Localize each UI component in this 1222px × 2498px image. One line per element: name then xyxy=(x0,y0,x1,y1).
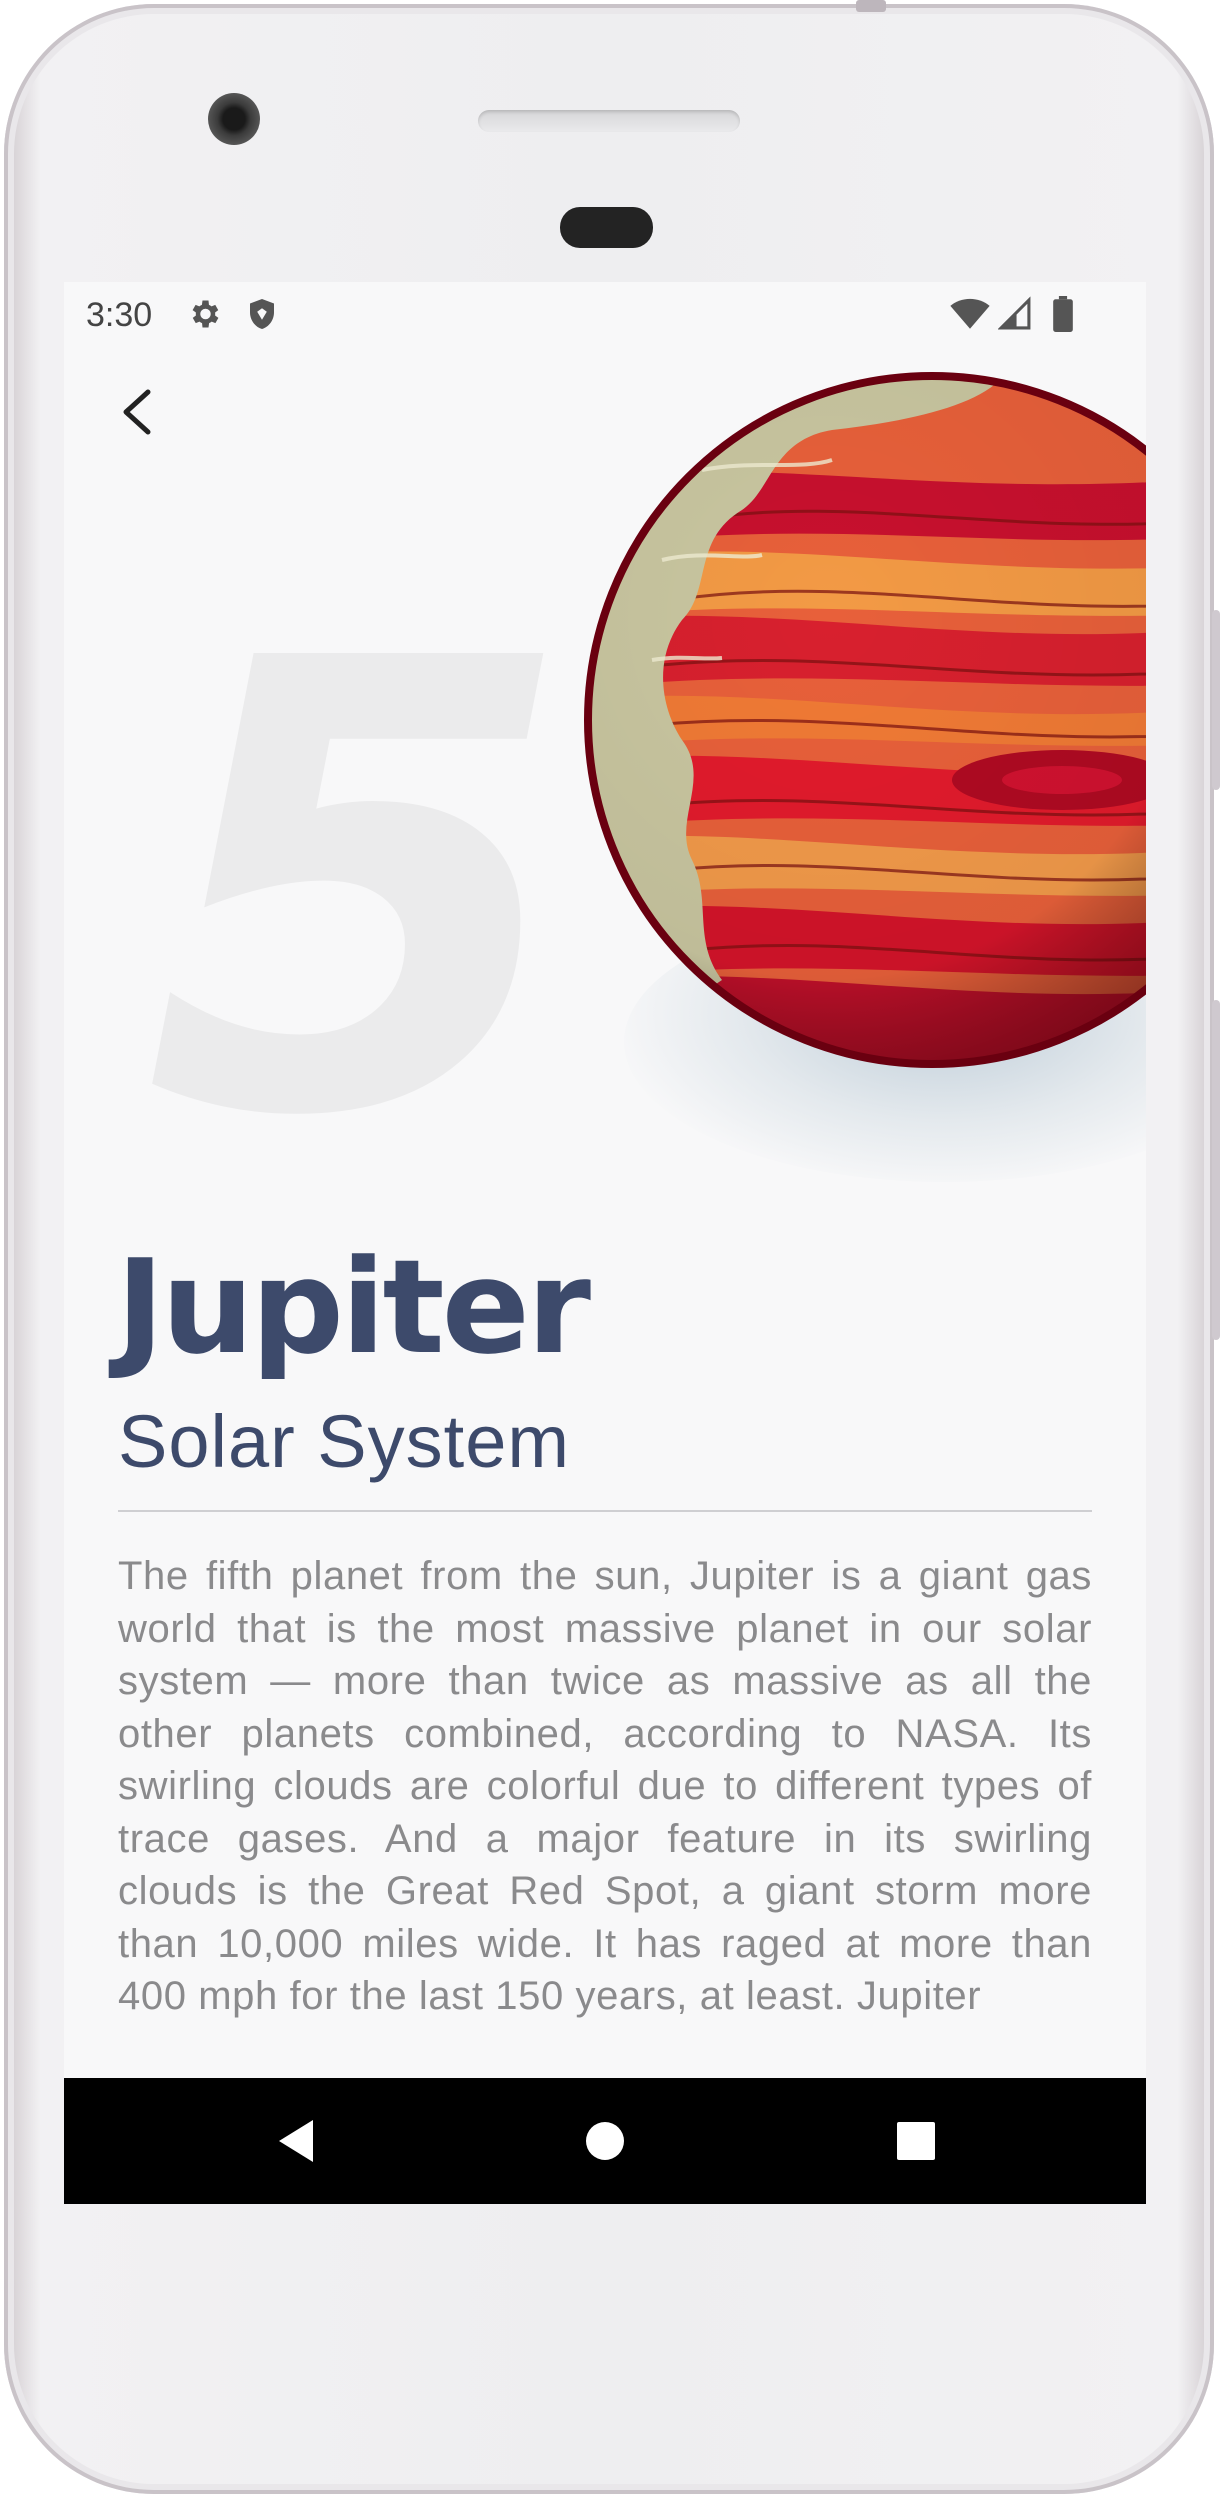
signal-icon xyxy=(997,296,1032,337)
nav-home-button[interactable] xyxy=(572,2108,638,2174)
volume-button xyxy=(1212,1000,1220,1340)
screen: 3:30 5 Jupiter Solar System The fifth pl… xyxy=(64,282,1146,2204)
status-time: 3:30 xyxy=(86,296,153,334)
nav-back-button[interactable] xyxy=(267,2108,333,2174)
proximity-sensor xyxy=(560,207,653,248)
planet-name: Jupiter xyxy=(116,1231,591,1383)
square-recents-icon xyxy=(897,2122,935,2160)
jupiter-illustration xyxy=(584,372,1146,1068)
earpiece-speaker xyxy=(478,110,740,132)
phone-top-button xyxy=(856,0,886,12)
planet-subtitle: Solar System xyxy=(118,1400,571,1483)
power-button xyxy=(1212,610,1220,790)
circle-home-icon xyxy=(586,2122,624,2160)
planet-description: The fifth planet from the sun, Jupiter i… xyxy=(118,1554,1092,2018)
shield-icon xyxy=(244,296,280,337)
wifi-icon xyxy=(950,296,990,337)
divider xyxy=(118,1510,1092,1512)
navigation-bar xyxy=(64,2078,1146,2204)
chevron-left-icon xyxy=(123,389,151,435)
back-button[interactable] xyxy=(100,372,180,452)
front-camera xyxy=(208,93,260,145)
gear-icon xyxy=(186,296,222,337)
battery-icon xyxy=(1052,296,1074,337)
status-bar: 3:30 xyxy=(64,282,1146,348)
nav-recents-button[interactable] xyxy=(883,2108,949,2174)
triangle-back-icon xyxy=(279,2120,313,2162)
